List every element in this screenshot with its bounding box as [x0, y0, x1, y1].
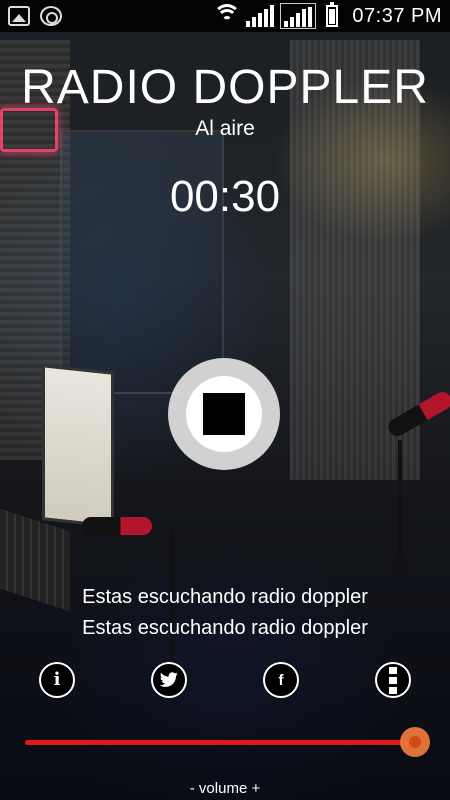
background-desk: [0, 480, 450, 800]
volume-label: - volume +: [189, 780, 261, 797]
status-time: 07:37 PM: [352, 4, 442, 27]
elapsed-time: 00:30: [169, 172, 281, 221]
info-button[interactable]: i: [39, 662, 75, 698]
facebook-icon: f: [278, 671, 284, 689]
background-monitor: [42, 364, 114, 528]
stop-button[interactable]: [168, 358, 280, 470]
facebook-button[interactable]: f: [263, 662, 299, 698]
background-window: [60, 130, 224, 394]
gallery-icon: [8, 6, 30, 26]
now-playing-message: Estas escuchando radio doppler: [82, 586, 368, 608]
volume-slider-track[interactable]: [25, 740, 415, 745]
background-mic-stand: [398, 440, 402, 580]
wifi-icon: [213, 4, 242, 26]
now-playing-message: Estas escuchando radio doppler: [82, 617, 368, 639]
broadcast-status: Al aire: [195, 117, 255, 140]
background-microphone: [82, 517, 152, 535]
screen: 07:37 PM RADIO DOPPLER Al aire 00:30 Est…: [0, 0, 450, 800]
system-indicators: 07:37 PM: [213, 2, 450, 29]
stop-button-inner: [186, 376, 262, 452]
signal-icon: [246, 5, 275, 27]
twitter-icon: [159, 672, 178, 687]
volume-thumb-core: [409, 736, 421, 748]
battery-icon: [326, 2, 339, 27]
twitter-button[interactable]: [151, 662, 187, 698]
station-name: RADIO DOPPLER: [21, 61, 429, 114]
notification-area: [0, 6, 62, 26]
more-icon: [389, 666, 397, 694]
status-bar: 07:37 PM: [0, 0, 450, 32]
signal-icon: [280, 3, 317, 29]
stop-icon: [203, 393, 245, 435]
volume-slider-thumb[interactable]: [400, 727, 430, 757]
more-button[interactable]: [375, 662, 411, 698]
info-icon: i: [53, 669, 61, 690]
app-notification-icon: [40, 6, 62, 26]
